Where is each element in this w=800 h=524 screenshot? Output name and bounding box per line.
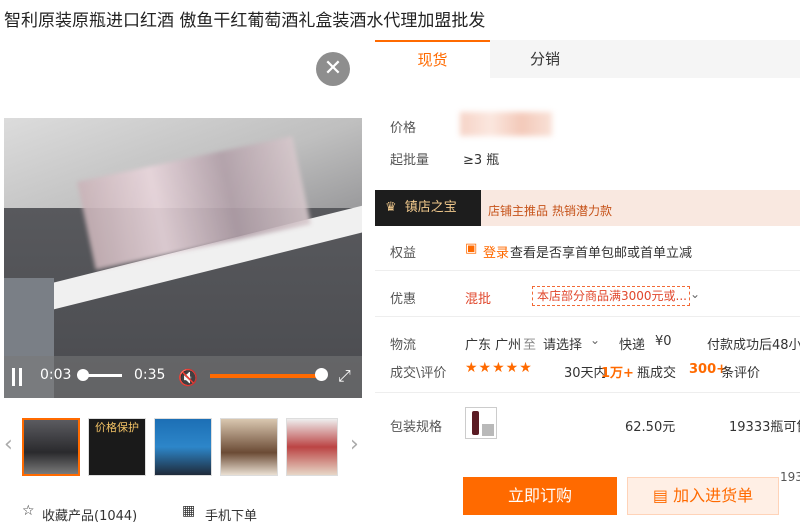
chevron-down-icon[interactable]: ⌄ xyxy=(690,287,700,301)
deals-count: 1万+ xyxy=(601,366,634,381)
pause-icon[interactable] xyxy=(12,368,26,386)
mute-icon[interactable]: 🔇 xyxy=(178,368,198,387)
promo-detail[interactable]: 本店部分商品满3000元或... xyxy=(532,286,690,306)
thumbnail-3[interactable] xyxy=(154,418,212,476)
spec-label: 包装规格 xyxy=(390,420,443,435)
origin-city: 广东 广州 xyxy=(465,338,522,353)
wine-bottle-icon xyxy=(472,411,479,435)
gift-icon: ▣ xyxy=(465,241,478,256)
shop-tag-main: 店铺主推品 xyxy=(488,204,549,218)
volume-knob[interactable] xyxy=(315,368,328,381)
fullscreen-icon[interactable]: ⤢ xyxy=(338,366,356,385)
add-to-cart-button[interactable]: ▤ 加入进货单 xyxy=(627,477,779,515)
spec-stock: 19333瓶可售 xyxy=(729,420,800,435)
tab-distribution[interactable]: 分销 xyxy=(490,40,600,78)
shipping-fee: ¥0 xyxy=(655,334,672,349)
ship-note: 付款成功后48小时 xyxy=(707,338,800,353)
thumbnail-1-image xyxy=(24,420,78,474)
thumbnail-4-image xyxy=(221,419,277,475)
thumb-next-arrow-icon[interactable]: › xyxy=(350,432,359,457)
star-outline-icon[interactable]: ☆ xyxy=(22,503,35,519)
login-link[interactable]: 登录 xyxy=(483,242,509,261)
logistics-label: 物流 xyxy=(390,338,417,353)
gift-box-icon xyxy=(482,424,494,436)
thumb-prev-arrow-icon[interactable]: ‹ xyxy=(4,432,13,457)
mobile-order-link[interactable]: 手机下单 xyxy=(205,505,257,524)
shop-tag-hot: 热销潜力款 xyxy=(552,204,613,218)
page-title: 智利原装原瓶进口红酒 傲鱼干红葡萄酒礼盒装酒水代理加盟批发 xyxy=(4,11,486,31)
add-to-cart-label: 加入进货单 xyxy=(673,486,754,505)
divider xyxy=(375,316,800,317)
thumbnail-5[interactable] xyxy=(286,418,338,476)
destination-select[interactable]: 请选择 xyxy=(543,334,582,353)
rating-stars: ★★★★★ xyxy=(465,360,533,376)
video-current-time: 0:03 xyxy=(40,367,72,383)
spec-thumbnail[interactable] xyxy=(465,407,497,439)
spec-price: 62.50元 xyxy=(625,420,676,435)
promo-label: 优惠 xyxy=(390,292,417,307)
reviews-suffix: 条评价 xyxy=(721,366,761,381)
deals-suffix: 瓶成交 xyxy=(637,366,677,381)
moq-label: 起批量 xyxy=(390,153,430,168)
deals-label: 成交\评价 xyxy=(390,366,447,381)
order-now-button[interactable]: 立即订购 xyxy=(463,477,617,515)
promo-type: 混批 xyxy=(465,292,492,307)
divider xyxy=(375,392,800,393)
thumbnail-5-image xyxy=(287,419,337,475)
favorite-link[interactable]: 收藏产品(1044) xyxy=(42,505,137,524)
rights-label: 权益 xyxy=(390,246,417,261)
volume-bar[interactable] xyxy=(210,374,322,378)
price-label: 价格 xyxy=(390,121,417,136)
qr-code-icon[interactable]: ▦ xyxy=(182,503,195,519)
shop-badge-label: 镇店之宝 xyxy=(404,200,457,215)
price-value-blurred xyxy=(460,112,552,136)
rights-text: 查看是否享首单包邮或首单立减 xyxy=(510,246,693,261)
video-duration: 0:35 xyxy=(134,367,166,383)
spec-stock-overlay: 193 xyxy=(780,470,800,484)
thumbnail-1[interactable] xyxy=(22,418,80,476)
divider xyxy=(375,270,800,271)
delivery-method: 快递 xyxy=(619,338,646,353)
thumbnail-3-image xyxy=(155,419,211,475)
video-seek-knob[interactable] xyxy=(77,369,89,381)
thumbnail-2-image: 价格保护 xyxy=(89,419,145,475)
close-video-button[interactable]: ✕ xyxy=(316,52,350,86)
crown-icon: ♛ xyxy=(385,200,397,215)
chevron-down-icon[interactable]: ⌄ xyxy=(590,333,600,347)
to-label: 至 xyxy=(523,338,537,353)
moq-value: ≥3 瓶 xyxy=(463,153,500,168)
shop-badge: ♛ 镇店之宝 xyxy=(375,190,481,226)
thumbnail-2[interactable]: 价格保护 xyxy=(88,418,146,476)
thumbnail-4[interactable] xyxy=(220,418,278,476)
cart-icon: ▤ xyxy=(652,486,668,505)
tab-in-stock[interactable]: 现货 xyxy=(375,40,490,78)
